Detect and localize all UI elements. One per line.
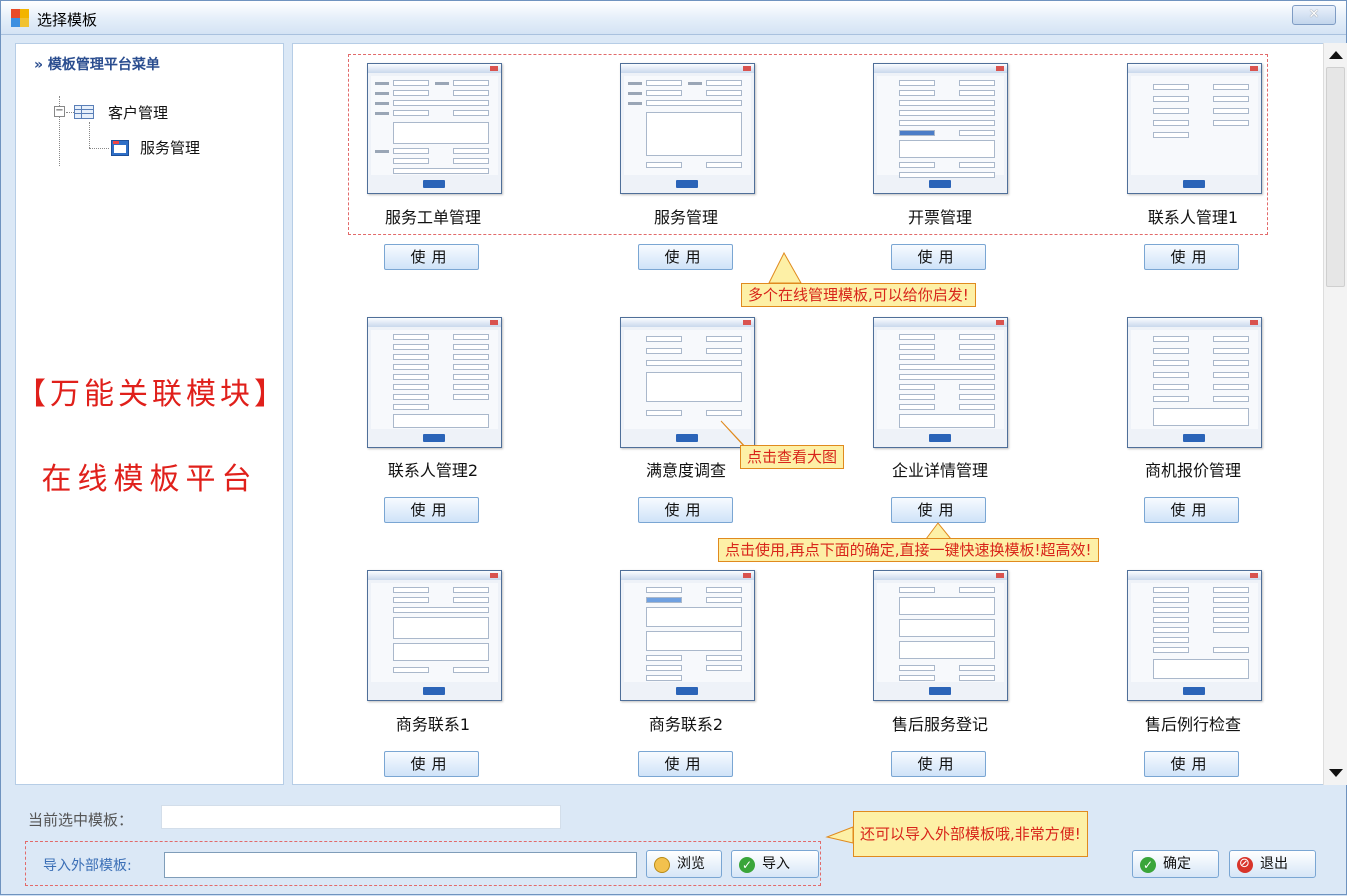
browse-label: 浏览 xyxy=(677,856,705,872)
check-icon xyxy=(739,852,755,878)
ok-button-label: 确定 xyxy=(1163,856,1191,872)
exit-button-label: 退出 xyxy=(1260,856,1288,872)
callout-import: 还可以导入外部模板哦,非常方便! xyxy=(853,811,1088,857)
template-select-window: 选择模板 ✕ » 模板管理平台菜单 − 客户管理 服务管理 【万能关联模块】 在… xyxy=(0,0,1347,895)
callout-use-then-ok: 点击使用,再点下面的确定,直接一键快速换模板!超高效! xyxy=(718,538,1099,562)
import-button-label: 导入 xyxy=(762,856,790,872)
callout-pointers xyxy=(720,251,953,844)
exit-button[interactable]: 退出 xyxy=(1229,850,1316,878)
ok-button[interactable]: 确定 xyxy=(1132,850,1219,878)
import-template-label: 导入外部模板: xyxy=(43,858,132,874)
cancel-icon xyxy=(1237,851,1253,877)
browse-button[interactable]: 浏览 xyxy=(646,850,722,878)
callout-view-large: 点击查看大图 xyxy=(740,445,845,469)
folder-icon xyxy=(654,857,670,873)
callout-multi-templates: 多个在线管理模板,可以给你启发! xyxy=(741,283,976,307)
import-path-input[interactable] xyxy=(164,852,637,878)
import-button[interactable]: 导入 xyxy=(731,850,819,878)
check-icon xyxy=(1140,852,1156,878)
selected-template-value xyxy=(161,805,561,829)
selected-template-label: 当前选中模板： xyxy=(28,811,134,829)
